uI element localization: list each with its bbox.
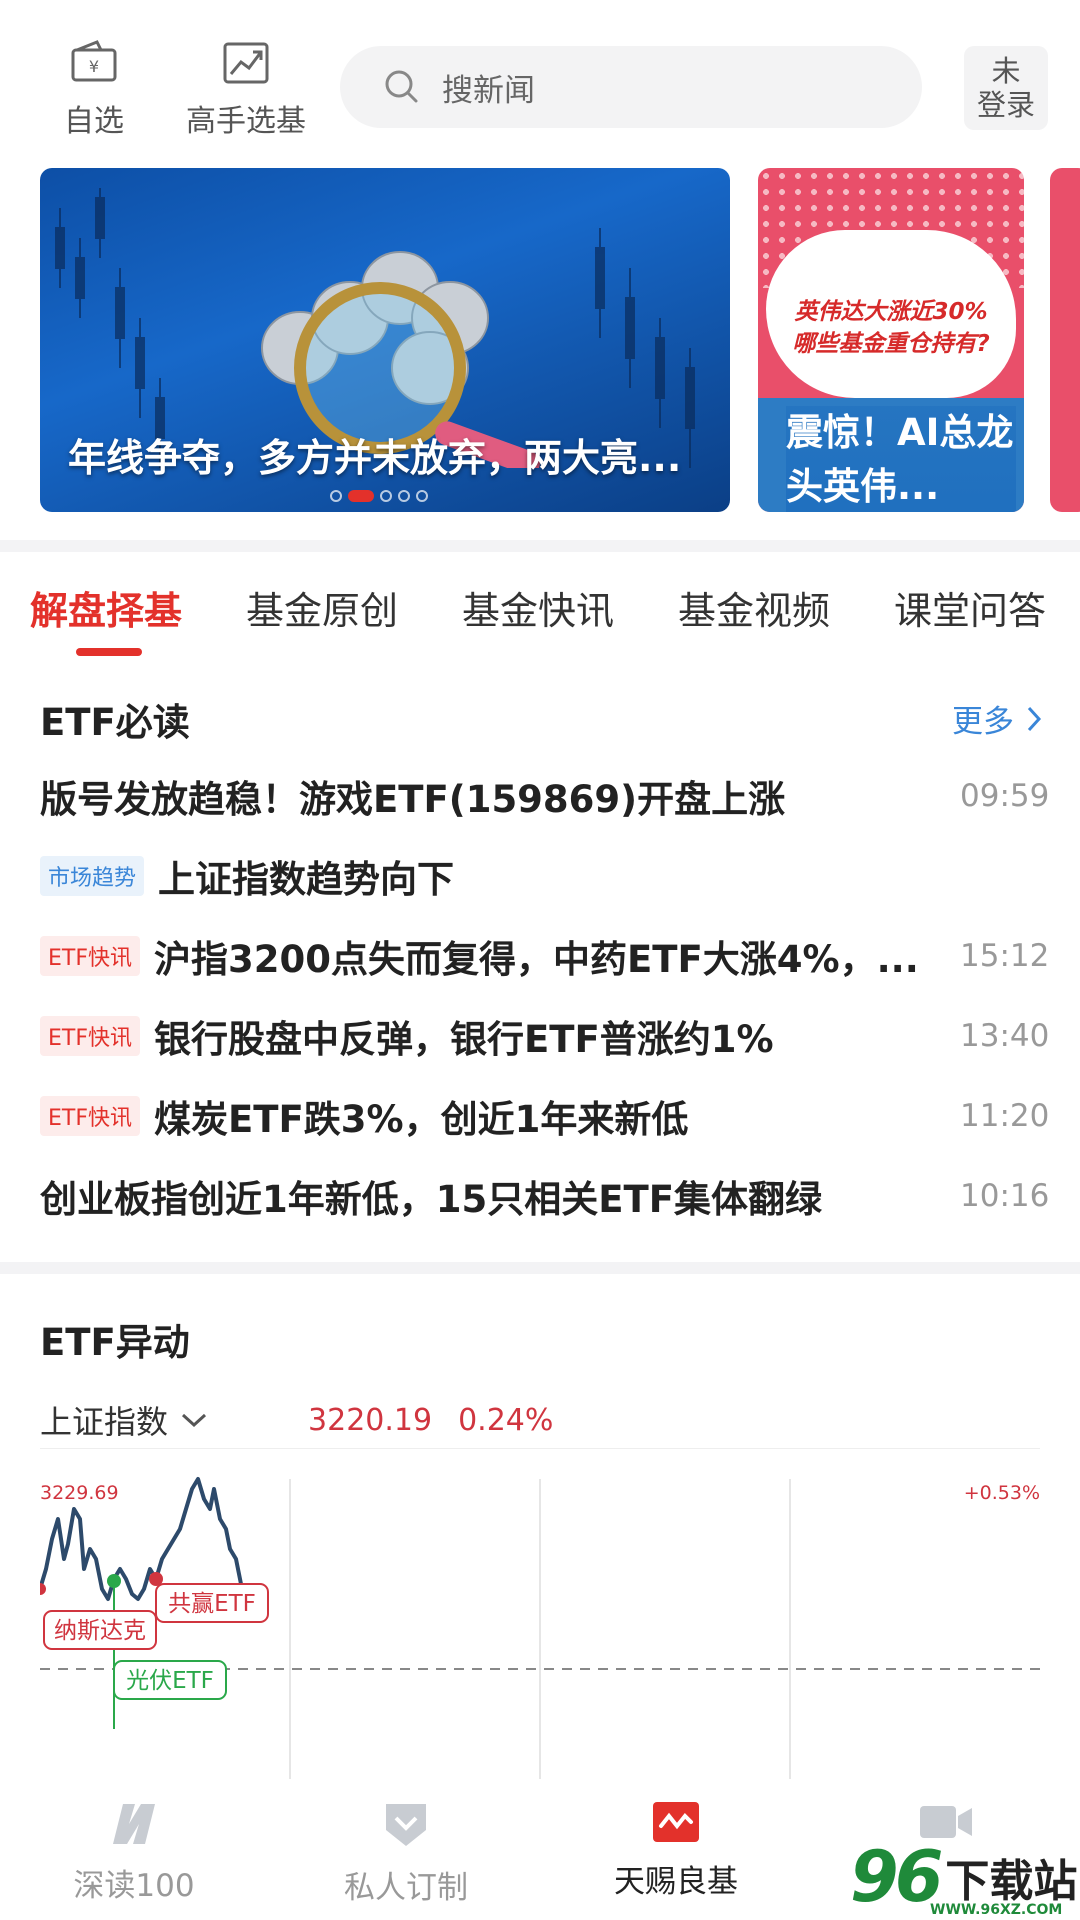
- nav-label: 天赐良基: [614, 1864, 738, 1900]
- news-tag: ETF快讯: [40, 1016, 140, 1056]
- banner-side-title: 震惊！AI总龙头英伟...: [786, 406, 1016, 512]
- watermark-url: WWW.96XZ.COM: [930, 1902, 1063, 1918]
- index-value: 3220.19: [308, 1402, 433, 1438]
- watchlist-label: 自选: [64, 104, 124, 139]
- news-item[interactable]: ETF快讯 煤炭ETF跌3%，创近1年来新低 11:20: [40, 1086, 1050, 1146]
- chevron-right-icon: [1027, 706, 1042, 731]
- banner-main[interactable]: 年线争夺，多方并未放弃，两大亮...: [40, 168, 730, 512]
- news-item[interactable]: 市场趋势 上证指数趋势向下: [40, 846, 1040, 906]
- tab-market-analysis[interactable]: 解盘择基: [30, 580, 182, 635]
- tab-fund-original[interactable]: 基金原创: [246, 580, 398, 635]
- chart-high-label: 3229.69: [40, 1482, 119, 1504]
- index-selector[interactable]: 上证指数 3220.19 0.24%: [40, 1390, 1040, 1450]
- news-item[interactable]: ETF快讯 银行股盘中反弹，银行ETF普涨约1% 13:40: [40, 1006, 1050, 1066]
- search-placeholder: 搜新闻: [442, 72, 535, 109]
- carousel-dot-active: [348, 490, 374, 502]
- news-title: 煤炭ETF跌3%，创近1年来新低: [154, 1098, 689, 1141]
- section-divider: [0, 540, 1080, 552]
- banner-next-peek[interactable]: [1050, 168, 1080, 512]
- news-tag: ETF快讯: [40, 1096, 140, 1136]
- intraday-chart[interactable]: 3229.69 +0.53% 纳斯达克 共赢ETF 光伏ETF: [40, 1448, 1040, 1779]
- carousel-indicator: [330, 490, 428, 502]
- news-tag: ETF快讯: [40, 936, 140, 976]
- guangfu-tag-label: 光伏ETF: [126, 1668, 214, 1694]
- nasdaq-marker: [40, 1583, 46, 1595]
- gongying-tag-label: 共赢ETF: [168, 1591, 256, 1617]
- banner-side-promo-line2: 哪些基金重仓持有?: [792, 331, 990, 357]
- login-label-line1: 未: [991, 54, 1021, 88]
- banner-main-title: 年线争夺，多方并未放弃，两大亮...: [68, 436, 682, 480]
- site-watermark-logo: 96 下载站 WWW.96XZ.COM: [850, 1836, 1077, 1918]
- news-item[interactable]: ETF快讯 沪指3200点失而复得，中药ETF大涨4%，... 15:12: [40, 926, 1050, 986]
- news-item[interactable]: 创业板指创近1年新低，15只相关ETF集体翻绿 10:16: [40, 1166, 1050, 1226]
- carousel-dot: [416, 490, 428, 502]
- trend-chart-icon: [223, 42, 269, 84]
- watermark-text: 下载站: [945, 1856, 1078, 1907]
- news-title: 版号发放趋稳！游戏ETF(159869)开盘上涨: [40, 778, 786, 821]
- index-change: 0.24%: [458, 1402, 554, 1438]
- search-input[interactable]: 搜新闻: [340, 46, 922, 128]
- news-tag: 市场趋势: [40, 856, 145, 896]
- more-link[interactable]: 更多: [952, 696, 1042, 741]
- trend-wave-icon: [653, 1802, 699, 1842]
- section-divider: [0, 1262, 1080, 1274]
- tab-class-qa[interactable]: 课堂问答: [894, 580, 1046, 635]
- login-button[interactable]: 未 登录: [964, 46, 1048, 130]
- search-icon: [385, 70, 418, 103]
- expert-picks-button[interactable]: 高手选基: [176, 36, 316, 140]
- carousel-dot: [398, 490, 410, 502]
- nav-item-deep-read[interactable]: 深读100: [54, 1800, 214, 1905]
- watchlist-button[interactable]: ¥ 自选: [54, 36, 134, 140]
- news-time: 13:40: [960, 1018, 1050, 1054]
- news-title: 银行股盘中反弹，银行ETF普涨约1%: [154, 1018, 774, 1061]
- news-time: 15:12: [960, 938, 1050, 974]
- top-bar: ¥ 自选 高手选基 搜新闻 未 登录: [0, 0, 1080, 160]
- banner-side-promo: 英伟达大涨近30% 哪些基金重仓持有?: [768, 296, 1014, 360]
- news-title: 上证指数趋势向下: [158, 858, 455, 901]
- banner-side-promo-line1: 英伟达大涨近30%: [794, 299, 988, 325]
- shield-check-icon: [386, 1804, 426, 1846]
- tab-fund-flash[interactable]: 基金快讯: [462, 580, 614, 635]
- tab-fund-video[interactable]: 基金视频: [678, 580, 830, 635]
- carousel-dot: [330, 490, 342, 502]
- news-time: 09:59: [960, 778, 1050, 814]
- carousel-dot: [380, 490, 392, 502]
- svg-text:¥: ¥: [89, 57, 99, 76]
- active-tab-indicator: [76, 648, 142, 656]
- nav-item-good-fund[interactable]: 天赐良基: [596, 1800, 756, 1901]
- nasdaq-tag-label: 纳斯达克: [54, 1618, 146, 1644]
- banner-side[interactable]: 英伟达大涨近30% 哪些基金重仓持有? 震惊！AI总龙头英伟...: [758, 168, 1024, 512]
- guangfu-marker: [107, 1574, 121, 1588]
- deep-read-icon: [113, 1804, 155, 1844]
- category-tabs: 解盘择基 基金原创 基金快讯 基金视频 课堂问答: [0, 560, 1080, 660]
- intraday-chart-svg: 3229.69 +0.53% 纳斯达克 共赢ETF 光伏ETF: [40, 1477, 1040, 1779]
- nav-label: 私人订制: [344, 1870, 468, 1906]
- login-label-line2: 登录: [976, 88, 1035, 122]
- news-item[interactable]: 版号发放趋稳！游戏ETF(159869)开盘上涨 09:59: [40, 766, 1050, 826]
- nav-label: 深读100: [73, 1868, 195, 1904]
- expert-picks-label: 高手选基: [186, 104, 306, 139]
- nav-item-custom[interactable]: 私人订制: [326, 1800, 486, 1907]
- wallet-yen-icon: ¥: [71, 40, 117, 82]
- chevron-down-icon: [182, 1413, 207, 1428]
- news-title: 沪指3200点失而复得，中药ETF大涨4%，...: [154, 938, 919, 981]
- more-label: 更多: [952, 704, 1014, 740]
- section-title-must-read: ETF必读: [40, 701, 190, 744]
- news-time: 11:20: [960, 1098, 1050, 1134]
- news-title: 创业板指创近1年新低，15只相关ETF集体翻绿: [40, 1178, 823, 1221]
- news-time: 10:16: [960, 1178, 1050, 1214]
- chart-high-pct-label: +0.53%: [964, 1482, 1040, 1504]
- index-name: 上证指数: [40, 1403, 169, 1441]
- watermark-number: 96: [850, 1836, 943, 1918]
- section-title-movement: ETF异动: [40, 1321, 190, 1364]
